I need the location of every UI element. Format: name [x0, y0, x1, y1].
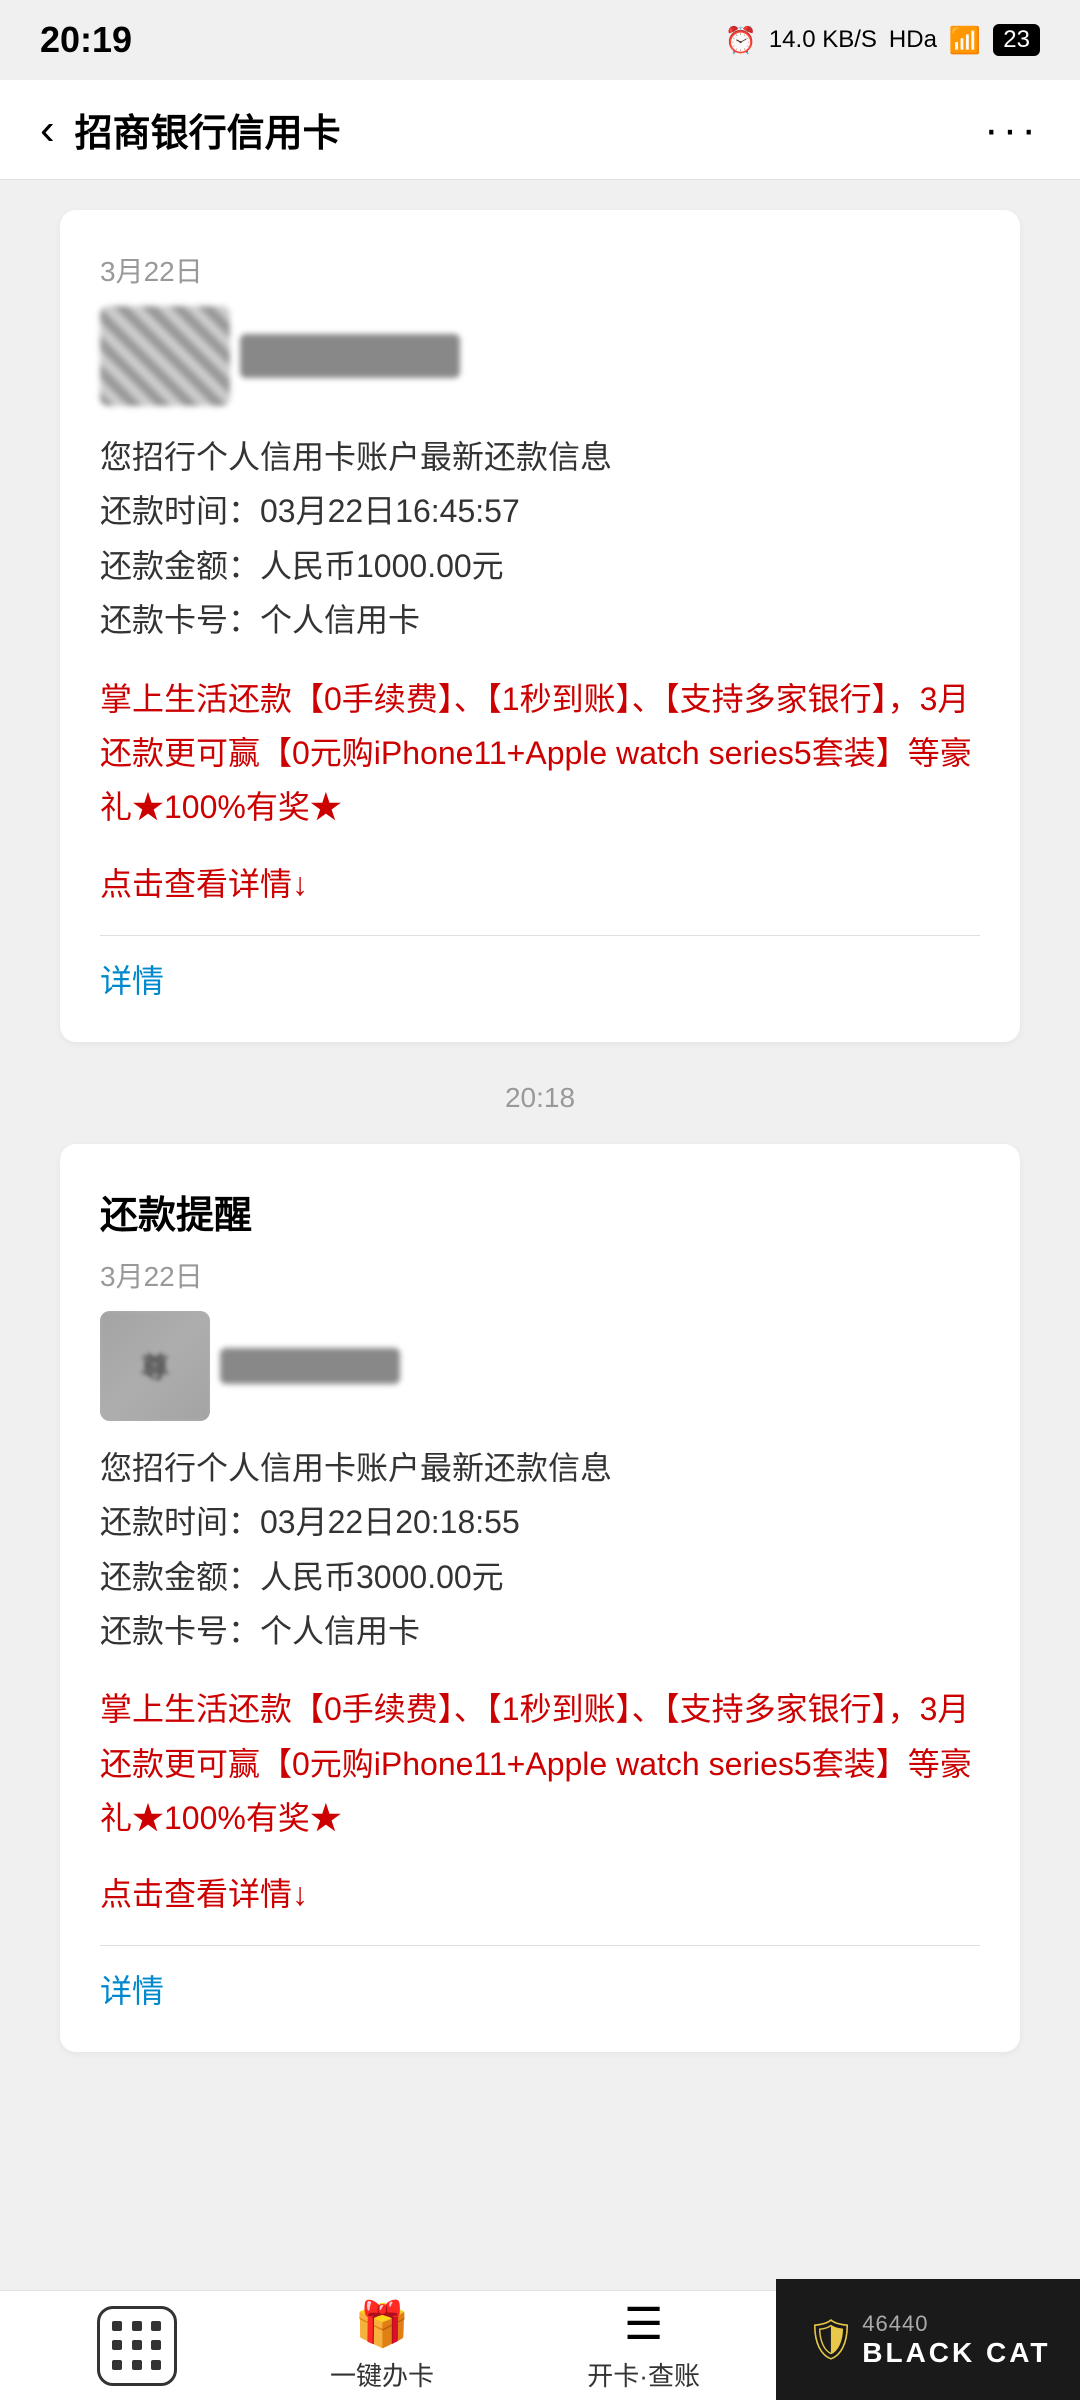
kaika-button[interactable]: ☰ 开卡·查账 — [587, 2299, 700, 2393]
watermark-brand: BLACK CAT — [862, 2337, 1050, 2369]
avatar-blurred-1 — [100, 306, 230, 406]
second-message-body: 您招行个人信用卡账户最新还款信息 还款时间：03月22日20:18:55 还款金… — [100, 1441, 980, 1659]
back-button[interactable]: ‹ — [40, 105, 55, 155]
second-name-blurred — [220, 1348, 400, 1384]
first-card-avatar-area — [100, 306, 980, 406]
watermark-number: 46440 — [862, 2311, 1050, 2337]
second-detail-link[interactable]: 详情 — [100, 1966, 980, 2012]
yijian-banke-button[interactable]: 🎁 一键办卡 — [330, 2298, 434, 2393]
first-link-button[interactable]: 点击查看详情↓ — [100, 859, 980, 905]
first-divider — [100, 935, 980, 936]
avatar-blurred-2 — [240, 334, 460, 378]
more-button[interactable]: ··· — [984, 105, 1040, 155]
first-promo-text: 掌上生活还款【0手续费】、【1秒到账】、【支持多家银行】，3月还款更可赢【0元购… — [100, 672, 980, 835]
status-bar: 20:19 ⏰ 14.0 KB/S HDa 📶 23 — [0, 0, 1080, 80]
second-avatar: 尊 — [100, 1311, 210, 1421]
gift-icon: 🎁 — [355, 2298, 410, 2350]
second-message-title: 还款提醒 — [100, 1184, 980, 1239]
watermark-logo-row: 🛡 46440 BLACK CAT — [805, 2311, 1050, 2369]
page-title: 招商银行信用卡 — [75, 102, 984, 157]
watermark: 🛡 46440 BLACK CAT — [776, 2279, 1080, 2400]
keyboard-button[interactable] — [97, 2306, 177, 2386]
second-message-card: 还款提醒 3月22日 尊 您招行个人信用卡账户最新还款信息 还款时间：03月22… — [60, 1144, 1020, 2053]
keyboard-icon — [97, 2306, 177, 2386]
status-right-icons: ⏰ 14.0 KB/S HDa 📶 23 — [724, 24, 1040, 56]
network-speed: 14.0 KB/S — [769, 26, 877, 54]
time-separator: 20:18 — [0, 1082, 1080, 1114]
first-message-body: 您招行个人信用卡账户最新还款信息 还款时间：03月22日16:45:57 还款金… — [100, 430, 980, 648]
alarm-icon: ⏰ — [724, 25, 756, 56]
first-detail-link[interactable]: 详情 — [100, 956, 980, 1002]
yijian-label: 一键办卡 — [330, 2356, 434, 2393]
second-link-button[interactable]: 点击查看详情↓ — [100, 1869, 980, 1915]
second-avatar-row: 尊 — [100, 1311, 980, 1421]
first-card-date: 3月22日 — [100, 250, 980, 290]
second-promo-text: 掌上生活还款【0手续费】、【1秒到账】、【支持多家银行】，3月还款更可赢【0元购… — [100, 1682, 980, 1845]
status-time: 20:19 — [40, 19, 132, 61]
battery-indicator: 23 — [993, 24, 1040, 56]
shield-watermark-icon: 🛡 — [805, 2316, 856, 2363]
menu-icon: ☰ — [624, 2299, 663, 2350]
hda-label: HDa — [889, 26, 937, 54]
nav-bar: ‹ 招商银行信用卡 ··· — [0, 80, 1080, 180]
first-message-card: 3月22日 您招行个人信用卡账户最新还款信息 还款时间：03月22日16:45:… — [60, 210, 1020, 1042]
second-divider — [100, 1945, 980, 1946]
second-message-subdate: 3月22日 — [100, 1255, 980, 1295]
signal-icon: 📶 — [949, 25, 981, 56]
first-message-wrapper: 3月22日 您招行个人信用卡账户最新还款信息 还款时间：03月22日16:45:… — [0, 180, 1080, 1052]
chat-content: 3月22日 您招行个人信用卡账户最新还款信息 还款时间：03月22日16:45:… — [0, 180, 1080, 2342]
second-message-wrapper: 还款提醒 3月22日 尊 您招行个人信用卡账户最新还款信息 还款时间：03月22… — [0, 1144, 1080, 2213]
kaika-label: 开卡·查账 — [587, 2356, 700, 2393]
